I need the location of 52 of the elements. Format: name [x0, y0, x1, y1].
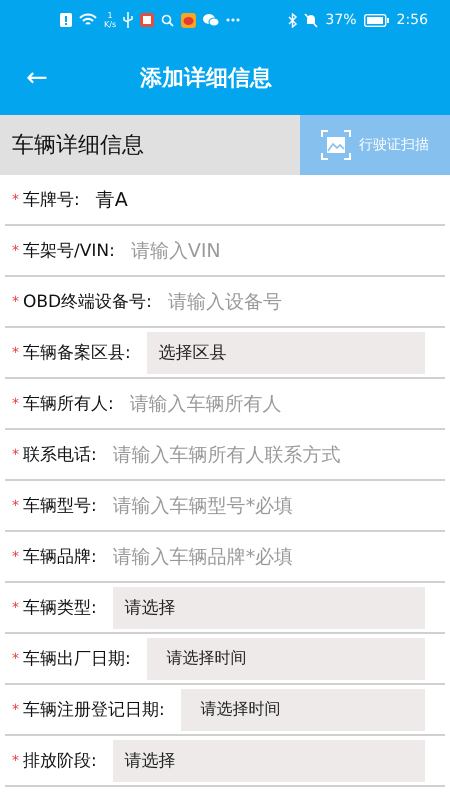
field-label: 排放阶段:	[23, 750, 97, 772]
chat-icon	[203, 13, 220, 27]
input-field[interactable]: 请输入VIN	[130, 240, 445, 262]
field-label: 车辆型号:	[23, 495, 97, 517]
required-asterisk: *	[12, 752, 19, 768]
speed-unit: K/s	[104, 20, 116, 29]
input-field[interactable]: 请输入车辆所有人	[130, 392, 445, 414]
required-asterisk: *	[12, 446, 19, 462]
input-field[interactable]: 请输入设备号	[168, 290, 445, 312]
required-asterisk: *	[12, 650, 19, 666]
field-label: 车辆品牌:	[23, 546, 97, 568]
required-asterisk: *	[12, 498, 19, 514]
field-label: 车辆所有人:	[23, 393, 114, 415]
bluetooth-icon	[288, 12, 298, 28]
required-asterisk: *	[12, 396, 19, 412]
battery-icon	[364, 14, 390, 26]
required-asterisk: *	[12, 242, 19, 258]
field-label: 车辆注册登记日期:	[23, 699, 165, 721]
wifi-icon	[79, 13, 97, 27]
date-picker-field[interactable]: 请选择时间	[146, 638, 425, 680]
field-label: OBD终端设备号:	[23, 291, 152, 313]
usb-icon	[123, 12, 134, 28]
field-label: 车辆出厂日期:	[23, 648, 131, 670]
select-field[interactable]: 选择区县	[146, 332, 425, 374]
required-asterisk: *	[12, 294, 19, 310]
field-label: 联系电话:	[23, 444, 97, 466]
select-field[interactable]: 请选择	[112, 586, 425, 628]
required-asterisk: *	[12, 548, 19, 564]
field-label: 车辆类型:	[23, 597, 97, 619]
select-field[interactable]: 请选择	[112, 740, 425, 782]
image-frame-icon	[321, 130, 351, 160]
section-title: 车辆详细信息	[11, 132, 145, 160]
input-field[interactable]: 请输入车辆品牌*必填	[112, 546, 445, 568]
more-icon	[226, 18, 240, 22]
alert-icon	[60, 13, 72, 27]
field-label: 车辆备案区县:	[23, 342, 131, 364]
input-field[interactable]: 请输入车辆型号*必填	[112, 494, 445, 516]
required-asterisk: *	[12, 192, 19, 208]
speed-value: 1	[108, 11, 113, 20]
page-title: 添加详细信息	[140, 64, 272, 92]
date-picker-field[interactable]: 请选择时间	[180, 688, 425, 730]
required-asterisk: *	[12, 344, 19, 360]
input-field[interactable]: 请输入车辆所有人联系方式	[112, 444, 445, 466]
required-asterisk: *	[12, 702, 19, 718]
field-label: 车架号/VIN:	[23, 240, 115, 262]
input-field[interactable]: 青A	[96, 186, 128, 212]
search-icon	[161, 14, 174, 26]
muted-bell-icon	[304, 12, 318, 28]
field-label: 车牌号:	[23, 189, 80, 211]
required-asterisk: *	[12, 600, 19, 616]
battery-percent: 37%	[325, 12, 357, 28]
clock: 2:56	[396, 12, 428, 28]
